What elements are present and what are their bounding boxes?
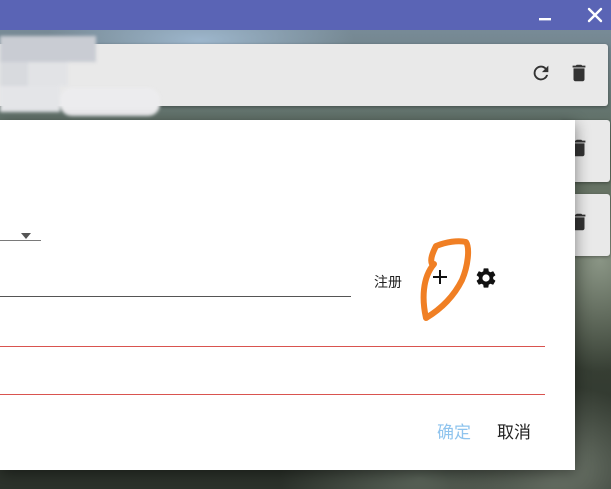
title-bar — [0, 0, 611, 30]
error-input-underline[interactable] — [0, 394, 545, 395]
close-button[interactable] — [580, 0, 610, 30]
error-input-underline[interactable] — [0, 346, 545, 347]
redacted-text — [0, 36, 160, 124]
text-input[interactable] — [0, 296, 351, 297]
trash-icon — [568, 62, 590, 88]
minimize-icon — [538, 8, 552, 22]
register-link[interactable]: 注册 — [374, 272, 402, 292]
gear-icon — [474, 266, 498, 294]
dropdown-select[interactable] — [21, 224, 31, 239]
cancel-button[interactable]: 取消 — [497, 418, 531, 443]
refresh-icon — [530, 62, 552, 88]
dialog: 注册 确定 取消 — [0, 120, 575, 470]
add-button[interactable] — [430, 269, 450, 289]
confirm-button[interactable]: 确定 — [437, 418, 471, 443]
refresh-button[interactable] — [529, 63, 553, 87]
delete-button[interactable] — [567, 63, 591, 87]
settings-button[interactable] — [473, 267, 499, 293]
caret-down-icon — [21, 224, 31, 243]
plus-icon — [432, 269, 448, 289]
minimize-button[interactable] — [530, 0, 560, 30]
close-icon — [587, 7, 603, 23]
